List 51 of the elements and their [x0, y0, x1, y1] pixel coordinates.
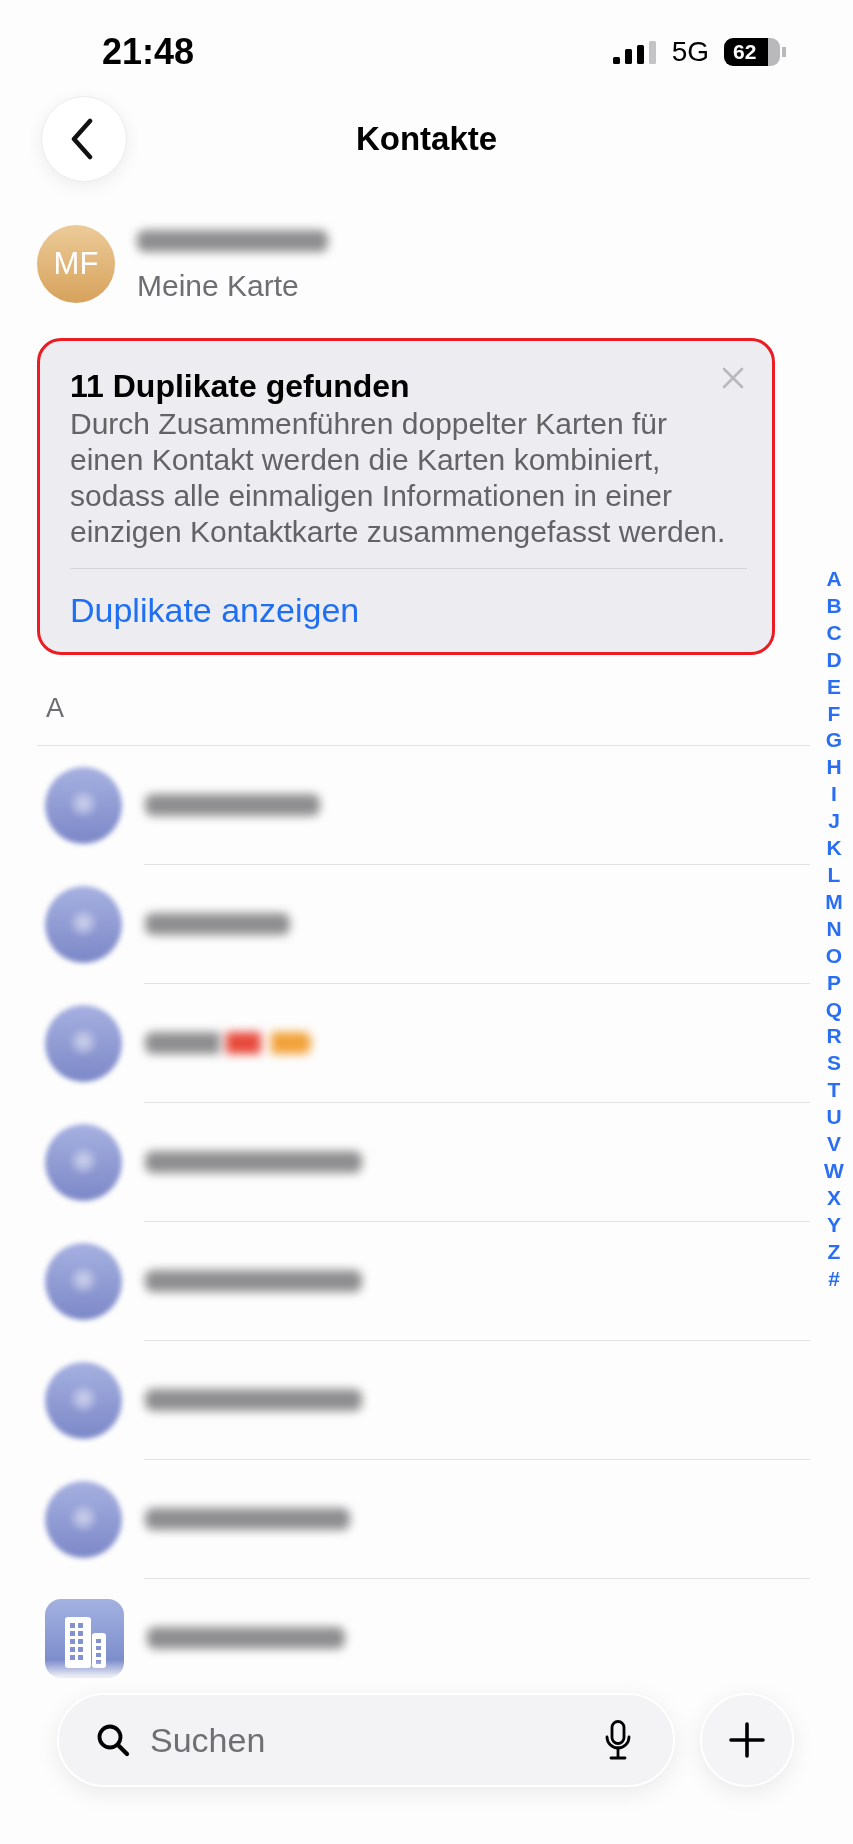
network-type: 5G	[671, 36, 709, 68]
index-letter[interactable]: P	[827, 969, 841, 997]
chevron-left-icon	[70, 118, 94, 160]
avatar-icon	[45, 886, 122, 963]
show-duplicates-link[interactable]: Duplikate anzeigen	[70, 590, 360, 630]
index-letter[interactable]: F	[827, 700, 841, 728]
search-field[interactable]: Suchen	[150, 1718, 595, 1762]
nav-title: Kontakte	[355, 119, 498, 159]
index-letter[interactable]: J	[828, 808, 840, 836]
index-letter[interactable]: E	[827, 673, 841, 701]
index-letter[interactable]: Q	[825, 996, 843, 1024]
index-letter[interactable]: I	[831, 781, 837, 809]
index-letter[interactable]: C	[826, 619, 842, 647]
section-header: A	[46, 692, 64, 725]
status-time: 21:48	[102, 32, 195, 72]
index-letter[interactable]: L	[827, 861, 841, 889]
index-letter[interactable]: U	[826, 1104, 842, 1132]
index-letter[interactable]: D	[826, 646, 842, 674]
index-letter[interactable]: N	[826, 915, 842, 943]
index-letter[interactable]: M	[825, 888, 843, 916]
index-letter[interactable]: H	[826, 754, 842, 782]
index-letter[interactable]: R	[826, 1023, 842, 1051]
card-title: 11 Duplikate gefunden	[70, 367, 410, 405]
battery-indicator: 62	[724, 38, 786, 66]
index-letter[interactable]: K	[826, 835, 842, 862]
index-letter[interactable]: Z	[827, 1238, 841, 1266]
index-letter[interactable]: S	[827, 1050, 841, 1078]
avatar-icon	[45, 1481, 122, 1558]
avatar-icon	[45, 767, 122, 844]
avatar-icon	[45, 1005, 122, 1082]
plus-icon	[729, 1722, 765, 1758]
search-bar[interactable]: Suchen	[57, 1693, 675, 1787]
index-letter[interactable]: Y	[827, 1211, 841, 1239]
index-letter[interactable]: G	[825, 727, 843, 755]
index-letter[interactable]: T	[827, 1077, 841, 1105]
my-card-label: Meine Karte	[137, 268, 300, 304]
avatar-icon	[45, 1243, 122, 1320]
avatar-icon	[45, 1124, 122, 1201]
index-letter[interactable]: O	[825, 942, 843, 970]
search-icon	[96, 1723, 130, 1757]
index-letter[interactable]: W	[824, 1157, 844, 1185]
avatar: MF	[37, 224, 115, 303]
card-text: Durch Zusammenführen doppelter Karten für einen Kontakt werden die Karten kombiniert, sodass alle einmaligen Informationen in einer einzigen Kontaktkarte zusammengefasst werden.	[70, 406, 727, 550]
index-letter[interactable]: B	[826, 592, 842, 620]
index-letter[interactable]: #	[828, 1265, 840, 1293]
index-letter[interactable]: X	[827, 1184, 841, 1212]
microphone-icon[interactable]	[605, 1720, 631, 1760]
signal-icon	[612, 40, 656, 64]
index-letter[interactable]: A	[826, 566, 842, 593]
avatar-icon	[45, 1362, 122, 1439]
index-letter[interactable]: V	[827, 1131, 841, 1158]
